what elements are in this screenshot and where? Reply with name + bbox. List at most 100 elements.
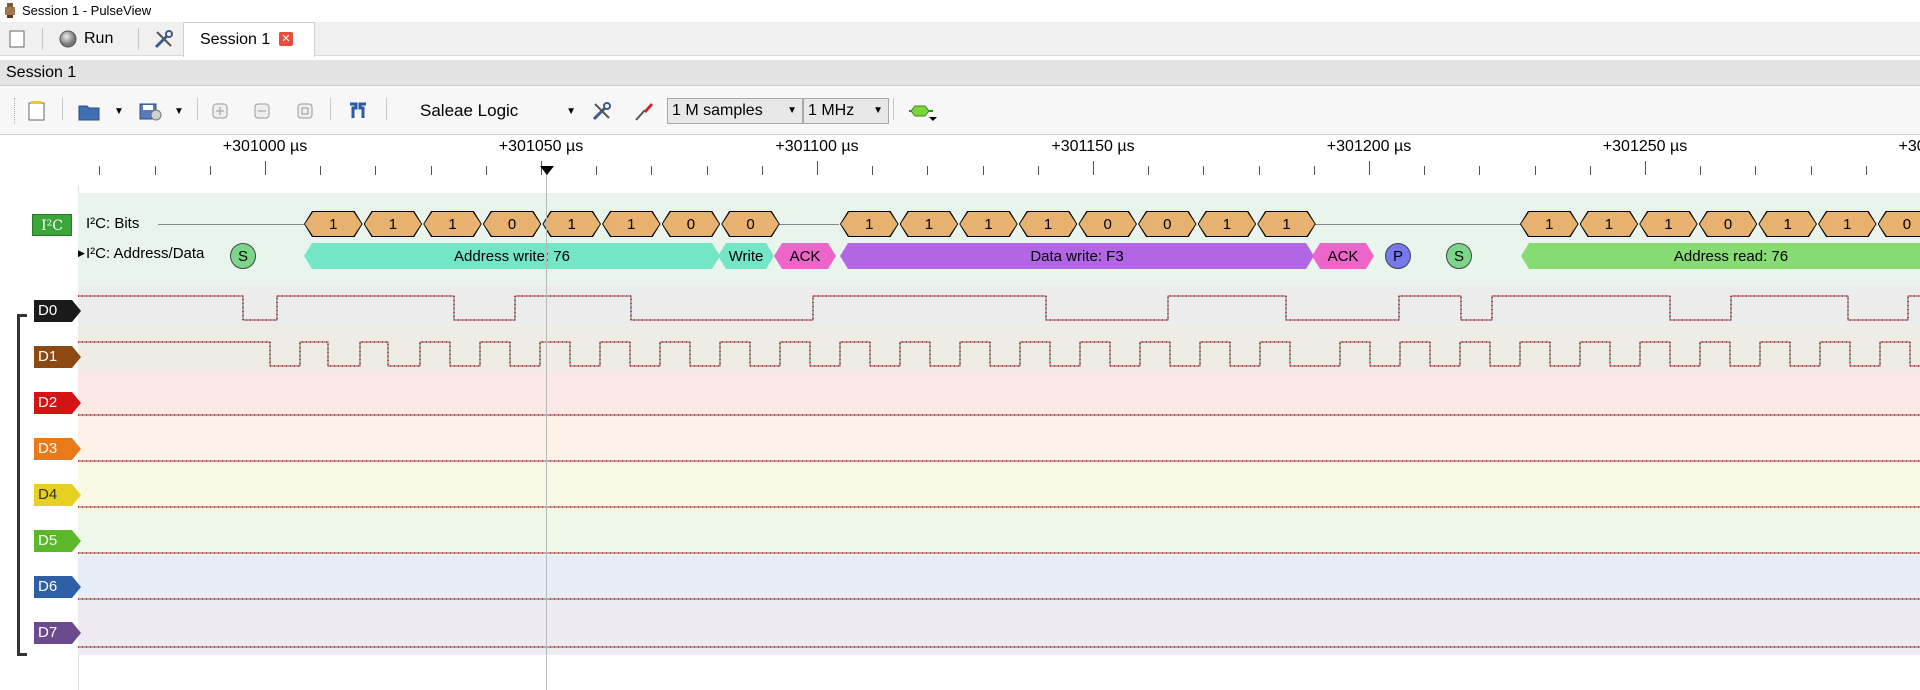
open-menu-arrow[interactable]: ▼ xyxy=(113,98,125,124)
address-read-annotation[interactable]: Address read: 76 xyxy=(1521,243,1920,269)
channel-name: D6 xyxy=(38,578,58,595)
start-marker[interactable]: S xyxy=(230,243,256,269)
ruler-label: +301100 µs xyxy=(775,138,859,155)
bit-annotation[interactable]: 1 xyxy=(1639,211,1698,237)
separator xyxy=(42,28,43,50)
bit-annotation[interactable]: 1 xyxy=(1580,211,1639,237)
channel-label-d7[interactable]: D7 xyxy=(34,622,81,644)
cursor-marker-icon[interactable] xyxy=(540,166,554,176)
waveform-canvas[interactable] xyxy=(78,286,1920,666)
ruler-tick xyxy=(485,166,487,175)
chevron-down-icon: ▼ xyxy=(787,105,797,116)
zoom-fit-button[interactable] xyxy=(293,98,317,124)
channel-label-d3[interactable]: D3 xyxy=(34,438,81,460)
bit-annotation[interactable]: 1 xyxy=(1198,211,1257,237)
bit-value: 0 xyxy=(1139,212,1196,236)
ruler-tick xyxy=(1093,161,1094,175)
bit-annotation[interactable]: 1 xyxy=(1019,211,1078,237)
probes-button[interactable] xyxy=(631,98,657,124)
ruler-tick xyxy=(265,161,266,175)
bit-annotation[interactable]: 1 xyxy=(959,211,1018,237)
channel-label-d6[interactable]: D6 xyxy=(34,576,81,598)
channel-label-d4[interactable]: D4 xyxy=(34,484,81,506)
start-marker[interactable]: S xyxy=(1446,243,1472,269)
address-write-annotation[interactable]: Address write: 76 xyxy=(304,243,720,269)
data-write-label: Data write: F3 xyxy=(1030,247,1124,265)
toolbar-grip xyxy=(14,98,17,124)
bit-annotation[interactable]: 1 xyxy=(423,211,482,237)
add-decoder-button[interactable] xyxy=(904,98,938,124)
channel-name: D7 xyxy=(38,624,58,641)
bit-annotation[interactable]: 0 xyxy=(1699,211,1758,237)
address-row-label[interactable]: I²C: Address/Data xyxy=(86,245,204,262)
bit-annotation[interactable]: 0 xyxy=(721,211,780,237)
channel-name: D0 xyxy=(38,302,58,319)
write-label: Write xyxy=(728,247,764,265)
start-label: S xyxy=(1453,247,1464,265)
data-write-annotation[interactable]: Data write: F3 xyxy=(840,243,1314,269)
write-annotation[interactable]: Write xyxy=(718,243,774,269)
bit-value: 1 xyxy=(901,212,958,236)
bit-annotation[interactable]: 0 xyxy=(483,211,542,237)
bit-annotation[interactable]: 0 xyxy=(1878,211,1920,237)
main-toolbar: ▼ ▼ Saleae Logic ▼ 1 M samples ▼ 1 MHz ▼ xyxy=(0,86,1920,135)
device-config-button[interactable] xyxy=(589,98,615,124)
cursor-button[interactable] xyxy=(344,98,372,124)
device-selector[interactable]: Saleae Logic ▼ xyxy=(420,98,580,124)
save-menu-arrow[interactable]: ▼ xyxy=(173,98,185,124)
open-button[interactable] xyxy=(76,98,102,124)
ruler-tick xyxy=(1258,166,1260,175)
bit-value: 0 xyxy=(1700,212,1757,236)
separator xyxy=(62,98,63,120)
cursor-line[interactable] xyxy=(546,170,547,690)
address-read-label: Address read: 76 xyxy=(1673,247,1789,265)
sample-rate-select[interactable]: 1 MHz ▼ xyxy=(803,98,889,124)
run-button[interactable]: Run xyxy=(58,26,122,52)
ruler-tick xyxy=(99,166,101,175)
decoder-badge[interactable]: I²C xyxy=(32,214,72,236)
bit-annotation[interactable]: 1 xyxy=(304,211,363,237)
stop-marker[interactable]: P xyxy=(1385,243,1411,269)
zoom-out-button[interactable] xyxy=(250,98,274,124)
channel-label-d5[interactable]: D5 xyxy=(34,530,81,552)
channel-label-d1[interactable]: D1 xyxy=(34,346,81,368)
sample-count-select[interactable]: 1 M samples ▼ xyxy=(667,98,803,124)
zoom-in-button[interactable] xyxy=(208,98,232,124)
channel-name: D2 xyxy=(38,394,58,411)
bit-annotation[interactable]: 0 xyxy=(662,211,721,237)
run-circle-icon xyxy=(59,30,77,48)
tools-icon xyxy=(592,102,611,121)
settings-button[interactable] xyxy=(150,26,178,52)
bit-annotation[interactable]: 1 xyxy=(1520,211,1579,237)
ack-annotation[interactable]: ACK xyxy=(774,243,836,269)
ack-annotation[interactable]: ACK xyxy=(1312,243,1374,269)
new-session-button[interactable] xyxy=(24,98,50,124)
bit-annotation[interactable]: 1 xyxy=(602,211,661,237)
close-tab-icon[interactable]: ✕ xyxy=(279,32,293,46)
time-ruler[interactable]: +301000 µs +301050 µs +301100 µs +301150 µs… xyxy=(78,135,1920,185)
bit-annotation[interactable]: 0 xyxy=(1078,211,1137,237)
new-view-button[interactable] xyxy=(4,26,30,52)
bit-annotation[interactable]: 0 xyxy=(1138,211,1197,237)
channel-label-d2[interactable]: D2 xyxy=(34,392,81,414)
save-button[interactable] xyxy=(136,98,164,124)
bit-annotation[interactable]: 1 xyxy=(1818,211,1877,237)
chevron-right-icon[interactable]: ▶ xyxy=(78,248,85,259)
chevron-down-icon: ▼ xyxy=(114,105,124,117)
save-icon xyxy=(139,103,162,121)
ruler-tick xyxy=(1148,166,1150,175)
bit-annotation[interactable]: 1 xyxy=(840,211,899,237)
bit-annotation[interactable]: 1 xyxy=(542,211,601,237)
bit-annotation[interactable]: 1 xyxy=(364,211,423,237)
channel-name: D1 xyxy=(38,348,58,365)
bit-annotation[interactable]: 1 xyxy=(1257,211,1316,237)
tab-session-1[interactable]: Session 1 ✕ xyxy=(183,22,315,57)
ruler-tick xyxy=(1865,166,1867,175)
session-title: Session 1 xyxy=(6,64,77,81)
bits-row-label[interactable]: I²C: Bits xyxy=(86,215,139,232)
bit-annotation[interactable]: 1 xyxy=(900,211,959,237)
bit-annotation[interactable]: 1 xyxy=(1758,211,1817,237)
channel-label-d0[interactable]: D0 xyxy=(34,300,81,322)
app-icon xyxy=(5,3,15,18)
bit-value: 1 xyxy=(841,212,898,236)
